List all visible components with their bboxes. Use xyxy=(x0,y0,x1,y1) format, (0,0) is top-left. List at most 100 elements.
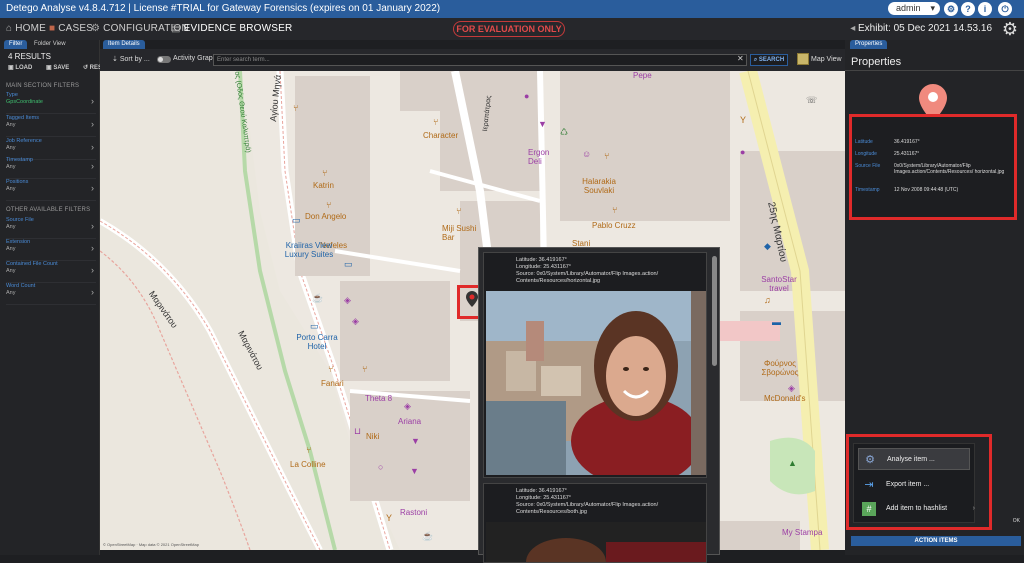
bar-icon: Y xyxy=(386,513,393,523)
popup-item-2[interactable]: Latitude: 36.419167° Longitude: 25.43116… xyxy=(483,483,707,563)
popup-longitude: Longitude: 25.431167° xyxy=(516,495,572,501)
analyse-item-menu[interactable]: ⚙ Analyse item ... xyxy=(858,448,970,470)
chevron-right-icon: › xyxy=(91,142,94,152)
gift-icon: ◈ xyxy=(788,383,795,393)
chevron-right-icon: › xyxy=(91,183,94,193)
tab-item-details[interactable]: Item Details xyxy=(103,40,145,49)
poi-pepe: Pepe xyxy=(633,71,652,80)
music-icon: ♫ xyxy=(764,295,771,305)
left-tabs: Filter Folder View xyxy=(4,40,71,49)
filter-tagged-items[interactable]: Tagged Items Any › xyxy=(6,115,96,137)
shop-icon: ● xyxy=(524,91,530,101)
popup-item-1[interactable]: Latitude: 36.419167° Longitude: 25.43116… xyxy=(483,252,707,478)
poi-mcdonalds: McDonald's xyxy=(764,394,806,403)
poi-fournos: Φούρνος Σβορώνος xyxy=(761,359,799,377)
popup-source-cont: Contents/Resources/both.jpg xyxy=(516,509,587,515)
user-dropdown[interactable]: admin xyxy=(888,2,940,15)
restaurant-icon: ⑂ xyxy=(604,151,610,161)
context-menu: ⚙ Analyse item ... ⇥ Export item ... # A… xyxy=(853,443,975,523)
export-item-menu[interactable]: ⇥ Export item ... xyxy=(858,474,970,496)
hash-icon: # xyxy=(862,502,876,516)
poi-rastoni: Rastoni xyxy=(400,508,428,517)
chevron-right-icon: › xyxy=(91,243,94,253)
clear-search-icon[interactable]: ✕ xyxy=(737,54,744,63)
shirt-icon: ▼ xyxy=(538,119,547,129)
phone-icon: ☏ xyxy=(806,95,818,105)
poi-ergon-deli: Ergon Deli xyxy=(528,148,550,166)
filter-panel: Filter Folder View 4 RESULTS ▣ LOAD ▣ SA… xyxy=(0,40,110,555)
cafe-icon: ☕ xyxy=(422,531,434,541)
poi-miji-sushi-bar: Miji Sushi Bar xyxy=(442,224,477,242)
map-marker-icon[interactable] xyxy=(466,291,478,307)
shirt-icon: ▼ xyxy=(410,466,419,476)
map-view-button[interactable]: Map View xyxy=(797,53,842,65)
chevron-right-icon: › xyxy=(91,161,94,171)
search-input[interactable]: Enter search term... xyxy=(213,54,747,66)
nav-evidence-browser[interactable]: ▤ EVIDENCE BROWSER xyxy=(171,18,292,40)
search-button[interactable]: ⌕ SEARCH xyxy=(750,54,788,66)
tab-folder-view[interactable]: Folder View xyxy=(29,40,71,49)
filter-contained-file-count[interactable]: Contained File Count Any › xyxy=(6,261,96,283)
context-menu-highlight: ⚙ Analyse item ... ⇥ Export item ... # A… xyxy=(846,434,992,530)
filter-positions[interactable]: Positions Any › xyxy=(6,179,96,201)
export-icon: ⇥ xyxy=(864,479,874,491)
gift-icon: ◈ xyxy=(404,401,411,411)
properties-highlight: Latitude 36.419167° Longitude 25.431167° S… xyxy=(849,114,1017,220)
tab-properties[interactable]: Properties xyxy=(850,40,888,49)
marker-popup[interactable]: Latitude: 36.419167° Longitude: 25.43116… xyxy=(478,247,720,563)
restaurant-icon: ⑂ xyxy=(456,206,462,216)
filter-timestamp[interactable]: Timestamp Any › xyxy=(6,157,96,179)
chevron-right-icon: › xyxy=(91,265,94,275)
divider xyxy=(845,70,1024,71)
filter-extension[interactable]: Extension Any › xyxy=(6,239,96,261)
shop-icon: ● xyxy=(740,147,746,157)
poi-my-stampa: My Stampa xyxy=(782,528,823,537)
activity-graph-toggle[interactable] xyxy=(157,56,171,63)
bed-icon: ▭ xyxy=(344,259,353,269)
restaurant-icon: ⑂ xyxy=(328,364,334,374)
theatre-icon: ☺ xyxy=(582,149,592,159)
filter-word-count[interactable]: Word Count Any › xyxy=(6,283,96,305)
settings-icon[interactable]: ⚙ xyxy=(944,2,958,16)
settings-gear-icon[interactable]: ⚙ xyxy=(1002,19,1018,39)
save-button[interactable]: ▣ SAVE xyxy=(46,65,75,71)
cocktail-icon: Y xyxy=(740,115,747,125)
sort-by-dropdown[interactable]: ⇣ Sort by ... xyxy=(112,55,150,63)
photo-thumbnail[interactable] xyxy=(486,291,706,475)
recycle-icon: ♺ xyxy=(560,127,569,137)
poi-la-colline: La Colline xyxy=(290,460,326,469)
photo-image xyxy=(486,291,706,475)
poi-ariana: Ariana xyxy=(398,417,422,426)
popup-scrollbar[interactable] xyxy=(712,256,717,366)
other-filters-title: OTHER AVAILABLE FILTERS xyxy=(6,207,91,213)
load-button[interactable]: ▣ LOAD xyxy=(8,65,38,71)
filter-type[interactable]: Type GpsCoordinate › xyxy=(6,92,96,114)
poi-niki: Niki xyxy=(366,432,380,441)
action-items-button[interactable]: ACTION ITEMS xyxy=(851,536,1021,546)
nav-home[interactable]: ⌂ HOME xyxy=(6,18,46,40)
window-title: Detego Analyse v4.8.4.712 | License #TRI… xyxy=(6,3,441,14)
jewellery-icon: ○ xyxy=(378,462,384,472)
properties-title: Properties xyxy=(851,56,902,68)
poi-don-angelo: Don Angelo xyxy=(305,212,347,221)
filter-source-file[interactable]: Source File Any › xyxy=(6,217,96,239)
nav-cases[interactable]: ■ CASES xyxy=(49,18,93,40)
info-icon[interactable]: i xyxy=(978,2,992,16)
tab-filter[interactable]: Filter xyxy=(4,40,28,49)
popup-source: Source: 0x0/System/Library/Automator/Fli… xyxy=(516,271,659,277)
add-to-hashlist-menu[interactable]: # Add item to hashlist › xyxy=(858,498,975,520)
activity-graph-label: Activity Graph xyxy=(173,55,217,62)
popup-latitude: Latitude: 36.419167° xyxy=(516,257,567,263)
power-icon[interactable]: ⏻ xyxy=(998,2,1012,16)
popup-source: Source: 0x0/System/Library/Automator/Fli… xyxy=(516,502,659,508)
hotel-icon: ▭ xyxy=(292,215,301,225)
map-copyright: © OpenStreetMap · Map data © 2021 OpenSt… xyxy=(103,542,199,547)
shirt-icon: ▼ xyxy=(411,436,420,446)
title-bar: Detego Analyse v4.8.4.712 | License #TRI… xyxy=(0,0,1024,18)
help-icon[interactable]: ? xyxy=(961,2,975,16)
poi-kraiiras-hotel: Kraiiras View Luxury Suites xyxy=(284,241,334,259)
photo-thumbnail[interactable] xyxy=(486,522,706,562)
popup-longitude: Longitude: 25.431167° xyxy=(516,264,572,270)
exhibit-label: ◂ Exhibit: 05 Dec 2021 14.53.16 xyxy=(850,23,992,34)
restaurant-icon: ⑂ xyxy=(326,200,332,210)
